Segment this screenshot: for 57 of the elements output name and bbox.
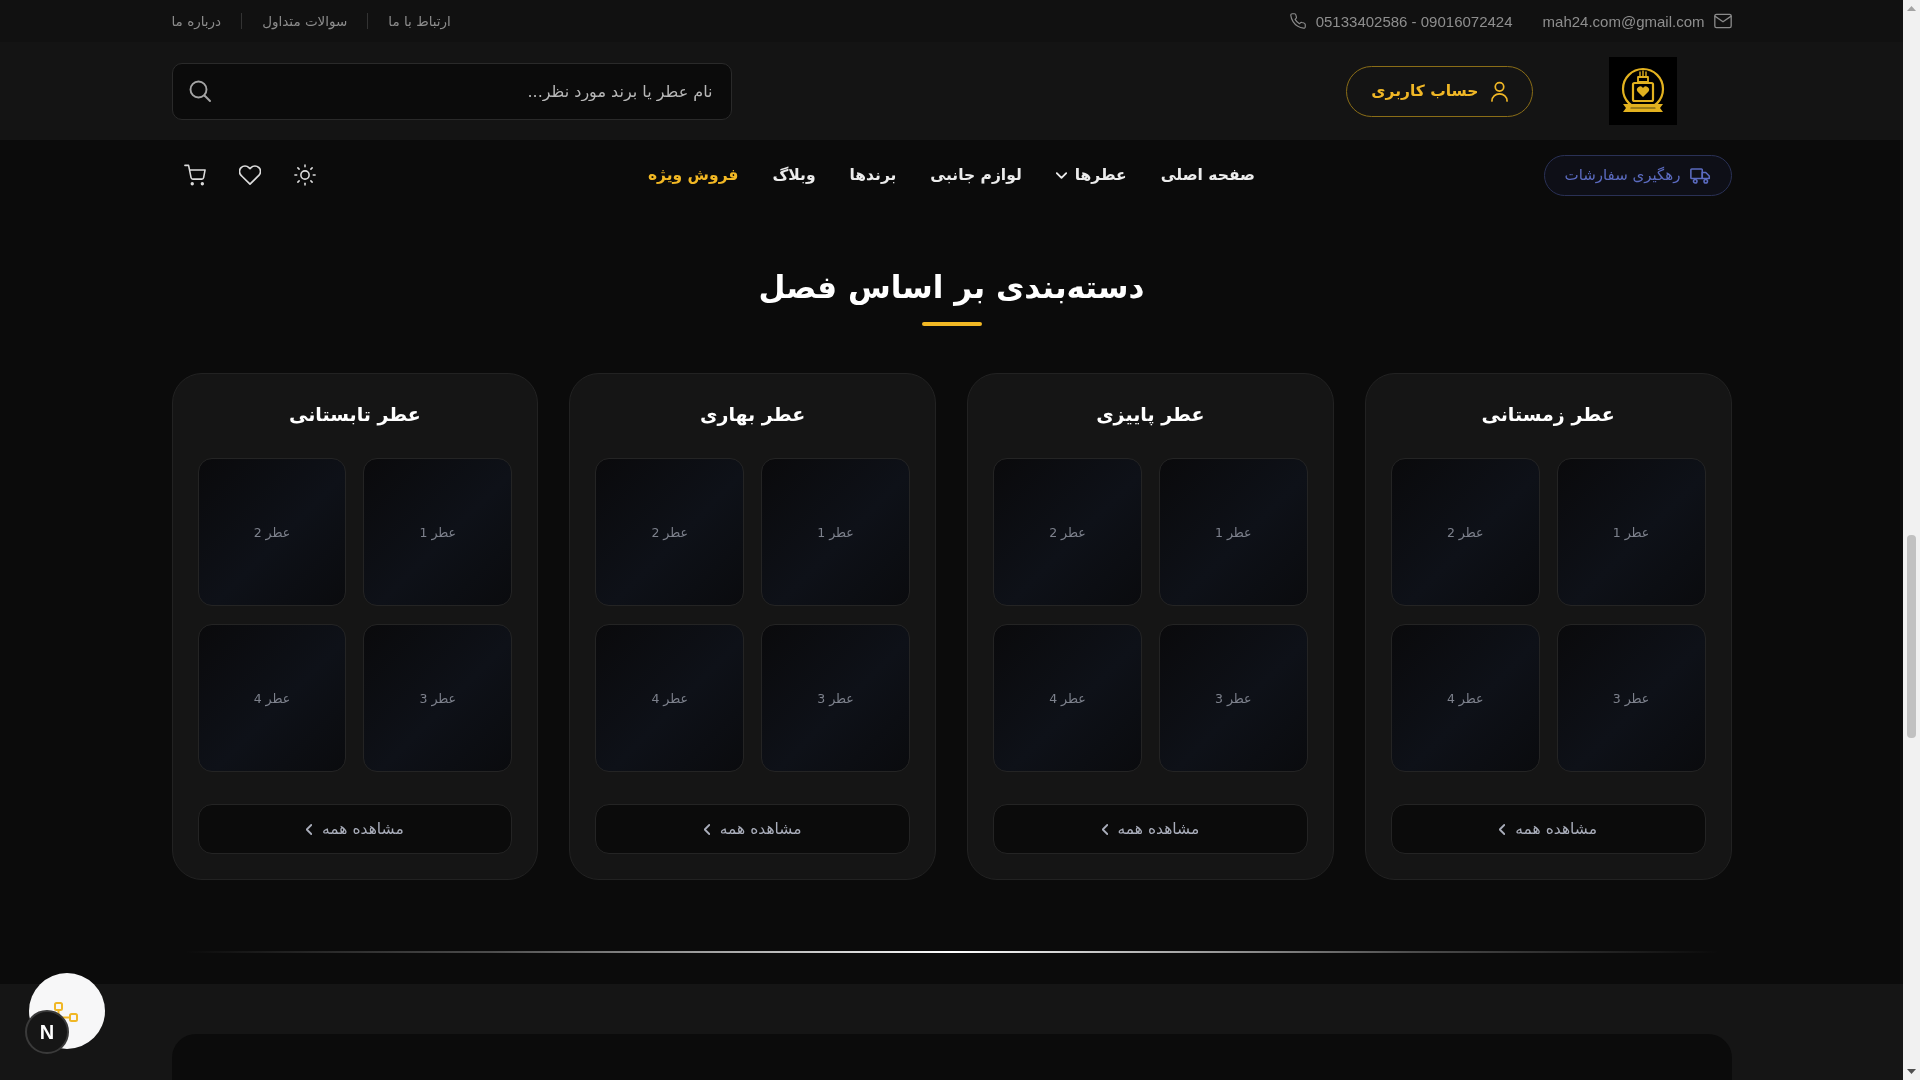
chevron-left-icon	[1101, 823, 1108, 835]
product-tile[interactable]: عطر 3	[363, 624, 513, 772]
product-tile[interactable]: عطر 4	[197, 624, 347, 772]
view-all-button[interactable]: مشاهده همه	[595, 804, 910, 854]
track-orders-button[interactable]: رهگیری سفارشات	[1543, 154, 1732, 196]
cart-icon[interactable]	[183, 164, 206, 186]
category-title: عطر زمستانی	[1480, 402, 1616, 428]
product-tile[interactable]: عطر 2	[595, 458, 745, 606]
search-field[interactable]: نام عطر یا برند مورد نظر...	[171, 62, 732, 120]
view-all-button[interactable]: مشاهده همه	[197, 804, 513, 854]
title-underline	[921, 322, 982, 326]
sun-icon[interactable]	[293, 164, 316, 186]
product-tile[interactable]: عطر 1	[1158, 458, 1308, 606]
nav-link[interactable]: لوازم جانبی	[930, 166, 1022, 184]
chevron-down-icon	[1055, 171, 1067, 179]
email-address[interactable]: mah24.com@gmail.com	[1542, 12, 1705, 30]
user-icon	[1490, 80, 1508, 102]
scrollbar-thumb[interactable]	[1907, 535, 1916, 738]
scrollbar[interactable]	[1903, 0, 1920, 1080]
product-tile[interactable]: عطر 2	[1390, 458, 1540, 606]
phone-number[interactable]: 05133402586 - 09016072424	[1315, 12, 1513, 30]
category-title: عطر پاییزی	[1095, 402, 1206, 428]
logo[interactable]	[1608, 57, 1677, 125]
chevron-left-icon	[1499, 823, 1506, 835]
mail-icon	[1713, 13, 1732, 29]
product-tile[interactable]: عطر 1	[1556, 458, 1706, 606]
product-tile[interactable]: عطر 2	[993, 458, 1142, 606]
product-tile[interactable]: عطر 3	[1556, 624, 1706, 772]
category-title: عطر تابستانی	[287, 402, 422, 428]
nav-link[interactable]: برندها	[849, 166, 897, 184]
top-bar-link[interactable]: درباره ما	[171, 13, 222, 29]
product-tile[interactable]: عطر 4	[1390, 624, 1540, 772]
category-title: عطر بهاری	[699, 402, 807, 428]
heart-icon[interactable]	[238, 164, 261, 186]
top-bar-link[interactable]: ارتباط با ما	[388, 13, 451, 29]
truck-icon	[1689, 166, 1711, 184]
view-all-button[interactable]: مشاهده همه	[1390, 804, 1706, 854]
nav-link[interactable]: وبلاگ	[772, 166, 816, 184]
product-tile[interactable]: عطر 2	[197, 458, 347, 606]
view-all-button[interactable]: مشاهده همه	[993, 804, 1308, 854]
product-tile[interactable]: عطر 3	[761, 624, 910, 772]
nav-link[interactable]: عطرها	[1055, 166, 1127, 184]
search-icon[interactable]	[188, 79, 211, 102]
product-tile[interactable]: عطر 1	[761, 458, 910, 606]
phone-icon	[1288, 13, 1307, 29]
hierarchy-icon	[53, 1001, 79, 1025]
nav-link[interactable]: صفحه اصلی	[1160, 166, 1256, 184]
product-tile[interactable]: عطر 4	[595, 624, 745, 772]
chevron-left-icon	[703, 823, 710, 835]
chevron-left-icon	[306, 823, 313, 835]
section-title: دسته‌بندی بر اساس فصل	[758, 268, 1145, 308]
nav-link[interactable]: فروش ویژه	[647, 166, 739, 184]
product-tile[interactable]: عطر 3	[1158, 624, 1308, 772]
scroll-down-arrow-icon[interactable]	[1907, 1069, 1916, 1074]
product-tile[interactable]: عطر 4	[993, 624, 1142, 772]
top-bar-link[interactable]: سوالات متداول	[262, 13, 348, 29]
product-tile[interactable]: عطر 1	[363, 458, 513, 606]
